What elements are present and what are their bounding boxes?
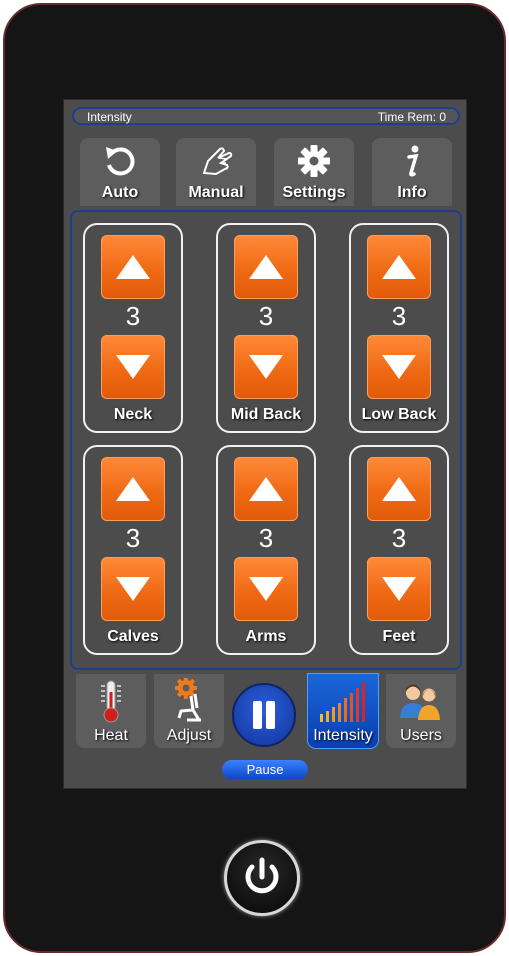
zone-low-back: 3 Low Back — [349, 223, 449, 433]
zone-mid-back: 3 Mid Back — [216, 223, 316, 433]
hand-icon — [176, 143, 256, 179]
calves-increase-button[interactable] — [101, 457, 165, 521]
arms-label: Arms — [245, 628, 287, 645]
heat-button[interactable]: Heat — [76, 674, 146, 748]
triangle-down-icon — [249, 577, 283, 601]
gear-icon — [274, 143, 354, 179]
triangle-down-icon — [249, 355, 283, 379]
intensity-panel: 3 Neck 3 Mid Back 3 Low Back 3 Calves 3 … — [70, 210, 462, 670]
triangle-up-icon — [382, 255, 416, 279]
manual-label: Manual — [188, 184, 244, 201]
triangle-down-icon — [382, 355, 416, 379]
settings-label: Settings — [282, 184, 346, 201]
thermometer-icon — [76, 678, 146, 724]
mid-back-increase-button[interactable] — [234, 235, 298, 299]
intensity-label: Intensity — [313, 727, 373, 744]
users-button[interactable]: Users — [386, 674, 456, 748]
power-button[interactable] — [224, 840, 300, 916]
neck-label: Neck — [113, 406, 153, 423]
calves-label: Calves — [107, 628, 159, 645]
chair-adjust-icon — [154, 677, 224, 724]
zone-feet: 3 Feet — [349, 445, 449, 655]
adjust-button[interactable]: Adjust — [154, 674, 224, 748]
triangle-down-icon — [116, 355, 150, 379]
calves-decrease-button[interactable] — [101, 557, 165, 621]
low-back-label: Low Back — [361, 406, 437, 423]
low-back-value: 3 — [391, 301, 407, 331]
intensity-button[interactable]: Intensity — [308, 674, 378, 748]
triangle-up-icon — [116, 255, 150, 279]
status-bar: Intensity Time Rem: 0 — [72, 107, 460, 125]
intensity-bars-icon — [308, 678, 378, 724]
touch-screen: Intensity Time Rem: 0 Auto Manual Settin… — [63, 99, 467, 789]
triangle-up-icon — [382, 477, 416, 501]
arms-value: 3 — [258, 523, 274, 553]
zone-calves: 3 Calves — [83, 445, 183, 655]
low-back-decrease-button[interactable] — [367, 335, 431, 399]
zone-neck: 3 Neck — [83, 223, 183, 433]
mid-back-value: 3 — [258, 301, 274, 331]
triangle-down-icon — [382, 577, 416, 601]
low-back-increase-button[interactable] — [367, 235, 431, 299]
neck-decrease-button[interactable] — [101, 335, 165, 399]
users-icon — [386, 678, 456, 724]
auto-label: Auto — [101, 184, 139, 201]
adjust-label: Adjust — [166, 727, 212, 744]
settings-button[interactable]: Settings — [274, 138, 354, 206]
info-label: Info — [397, 184, 427, 201]
triangle-up-icon — [249, 255, 283, 279]
device-frame: Intensity Time Rem: 0 Auto Manual Settin… — [3, 3, 506, 953]
arms-decrease-button[interactable] — [234, 557, 298, 621]
neck-increase-button[interactable] — [101, 235, 165, 299]
time-remaining: Time Rem: 0 — [377, 110, 446, 124]
triangle-up-icon — [116, 477, 150, 501]
zone-arms: 3 Arms — [216, 445, 316, 655]
refresh-icon — [80, 143, 160, 179]
feet-value: 3 — [391, 523, 407, 553]
mid-back-decrease-button[interactable] — [234, 335, 298, 399]
auto-button[interactable]: Auto — [80, 138, 160, 206]
info-button[interactable]: Info — [372, 138, 452, 206]
info-icon — [372, 143, 452, 179]
users-label: Users — [400, 727, 442, 744]
mid-back-label: Mid Back — [230, 406, 302, 423]
neck-value: 3 — [125, 301, 141, 331]
mode-label: Intensity — [87, 110, 132, 124]
arms-increase-button[interactable] — [234, 457, 298, 521]
triangle-up-icon — [249, 477, 283, 501]
feet-increase-button[interactable] — [367, 457, 431, 521]
heat-label: Heat — [94, 727, 128, 744]
calves-value: 3 — [125, 523, 141, 553]
triangle-down-icon — [116, 577, 150, 601]
feet-label: Feet — [382, 628, 416, 645]
power-icon — [245, 857, 279, 894]
manual-button[interactable]: Manual — [176, 138, 256, 206]
feet-decrease-button[interactable] — [367, 557, 431, 621]
pause-button[interactable] — [232, 683, 296, 747]
pause-label-button[interactable]: Pause — [222, 760, 308, 779]
